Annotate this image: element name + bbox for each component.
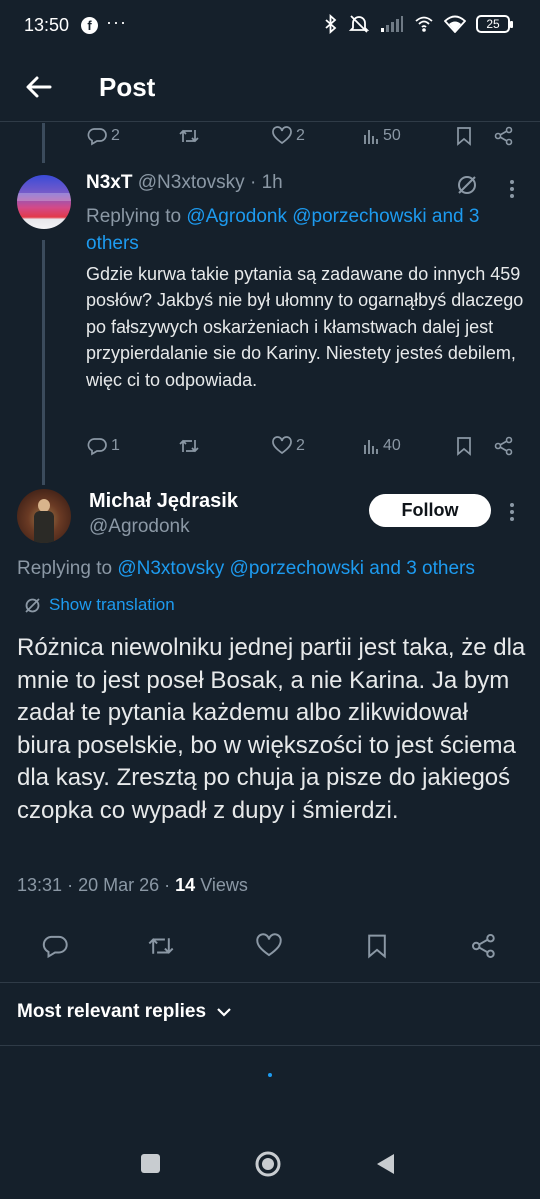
home-button[interactable]	[254, 1150, 282, 1178]
like-icon	[272, 436, 292, 455]
page-title: Post	[99, 72, 156, 102]
mute-icon	[348, 15, 370, 33]
author-name[interactable]: N3xT	[86, 172, 132, 193]
chevron-down-icon	[217, 1008, 231, 1017]
top-app-bar: Post	[0, 52, 540, 122]
share-icon	[494, 126, 513, 146]
post-text: Różnica niewolniku jednej partii jest ta…	[17, 634, 526, 824]
more-options-icon[interactable]	[510, 177, 516, 201]
like-icon	[272, 126, 292, 145]
grok-icon[interactable]	[455, 173, 479, 197]
post-actions	[0, 930, 540, 964]
replies-sort-label: Most relevant replies	[17, 1001, 207, 1022]
back-nav-button[interactable]	[374, 1152, 396, 1176]
avatar[interactable]	[17, 489, 71, 543]
status-time: 13:50	[24, 15, 70, 35]
battery-indicator: 25	[476, 15, 513, 33]
reply-button[interactable]	[42, 933, 68, 959]
bookmark-button[interactable]	[456, 126, 472, 146]
retweet-button[interactable]	[146, 933, 176, 959]
bluetooth-icon	[325, 14, 337, 34]
replying-prefix: Replying to	[86, 206, 187, 227]
reply-text: Gdzie kurwa takie pytania są zadawane do…	[86, 264, 524, 390]
divider	[0, 1045, 540, 1046]
hotspot-icon	[415, 16, 433, 32]
wifi-icon	[444, 15, 466, 33]
views-label: Views	[200, 875, 248, 895]
views-button[interactable]: 40	[363, 436, 401, 456]
show-translation-button[interactable]: Show translation	[24, 595, 175, 615]
divider	[0, 982, 540, 983]
views-button[interactable]: 50	[363, 126, 401, 146]
reply-button[interactable]: 1	[87, 436, 120, 456]
reply-author-line: N3xT @N3xtovsky · 1h	[86, 172, 283, 194]
views-count: 50	[383, 127, 401, 144]
reply-tweet-actions: 1 2 40	[0, 434, 540, 462]
like-button[interactable]: 2	[272, 436, 305, 456]
status-icons: 25	[324, 14, 513, 34]
post-meta: 13:31 · 20 Mar 26 · 14 Views	[17, 875, 248, 896]
like-button[interactable]: 2	[272, 126, 305, 146]
views-count: 40	[383, 437, 401, 454]
reply-icon	[87, 438, 107, 456]
more-notifications-icon: ···	[106, 12, 127, 32]
recent-apps-button[interactable]	[141, 1154, 160, 1173]
reply-count: 1	[111, 437, 120, 454]
post-date: 20 Mar 26	[78, 875, 160, 895]
replies-sort-dropdown[interactable]: Most relevant replies	[17, 1001, 232, 1023]
follow-button[interactable]: Follow	[369, 494, 491, 527]
facebook-notification-icon: f	[81, 17, 98, 34]
share-button[interactable]	[494, 126, 514, 146]
reply-icon	[87, 128, 107, 146]
like-icon	[256, 933, 282, 957]
separator-dot: ·	[249, 172, 257, 193]
share-icon	[494, 436, 513, 456]
like-count: 2	[296, 127, 305, 144]
avatar[interactable]	[17, 175, 71, 229]
more-options-icon[interactable]	[510, 500, 516, 524]
replying-to: Replying to @N3xtovsky @porzechowski and…	[17, 558, 475, 580]
separator-dot: ·	[164, 875, 171, 895]
retweet-icon	[148, 938, 174, 954]
views-icon	[364, 130, 378, 144]
separator-dot: ·	[67, 875, 74, 895]
bookmark-icon	[457, 127, 471, 146]
reply-button[interactable]: 2	[87, 126, 120, 146]
share-button[interactable]	[494, 436, 514, 456]
views-count: 14	[175, 875, 196, 895]
loading-indicator	[268, 1073, 272, 1077]
bookmark-button[interactable]	[366, 933, 388, 959]
replying-to: Replying to @Agrodonk @porzechowski and …	[86, 203, 526, 257]
prev-tweet-actions: 2 2 50	[0, 124, 540, 152]
bookmark-icon	[457, 437, 471, 456]
signal-icon	[381, 16, 403, 32]
retweet-icon	[179, 439, 199, 453]
share-button[interactable]	[471, 933, 497, 959]
bookmark-button[interactable]	[456, 436, 472, 456]
author-handle[interactable]: @Agrodonk	[89, 516, 190, 538]
reply-icon	[42, 935, 68, 959]
author-handle[interactable]: @N3xtovsky	[138, 172, 245, 193]
show-translation-label: Show translation	[49, 595, 175, 614]
author-name[interactable]: Michał Jędrasik	[89, 490, 238, 513]
retweet-button[interactable]	[178, 436, 200, 456]
back-arrow-icon[interactable]	[22, 70, 56, 104]
replying-prefix: Replying to	[17, 558, 118, 579]
share-icon	[471, 933, 495, 959]
bookmark-icon	[368, 934, 386, 959]
replying-users-link[interactable]: @N3xtovsky @porzechowski and 3 others	[117, 558, 475, 579]
post-time: 1h	[261, 172, 283, 193]
like-button[interactable]	[256, 933, 282, 959]
post-time: 13:31	[17, 875, 63, 895]
retweet-button[interactable]	[178, 126, 200, 146]
retweet-icon	[179, 129, 199, 143]
translate-icon	[25, 597, 40, 613]
status-bar: 13:50 f ··· 25	[0, 0, 540, 52]
system-navigation-bar	[0, 1130, 540, 1199]
like-count: 2	[296, 437, 305, 454]
reply-count: 2	[111, 127, 120, 144]
views-icon	[364, 440, 378, 454]
